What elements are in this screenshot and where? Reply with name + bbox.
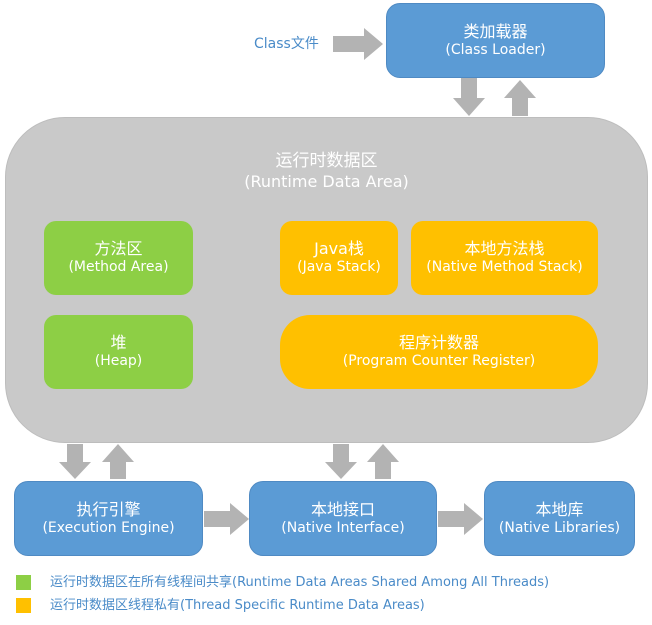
native-method-stack-title: 本地方法栈 xyxy=(464,239,545,259)
execution-engine-box: 执行引擎 (Execution Engine) xyxy=(14,481,203,556)
native-method-stack-subtitle: (Native Method Stack) xyxy=(426,259,583,276)
arrow-interface-to-libraries xyxy=(438,503,483,535)
heap-box: 堆 (Heap) xyxy=(44,315,193,389)
execution-engine-title: 执行引擎 xyxy=(76,499,141,519)
arrow-classfile-to-loader xyxy=(333,28,383,60)
class-loader-title: 类加载器 xyxy=(463,21,528,41)
method-area-subtitle: (Method Area) xyxy=(68,259,169,276)
arrow-loader-down xyxy=(453,77,485,116)
arrow-engine-to-interface xyxy=(204,503,249,535)
method-area-title: 方法区 xyxy=(94,239,143,259)
method-area-box: 方法区 (Method Area) xyxy=(44,221,193,295)
program-counter-box: 程序计数器 (Program Counter Register) xyxy=(280,315,598,389)
arrow-engine-to-runtime-up xyxy=(102,444,134,479)
arrow-runtime-to-interface-down xyxy=(325,444,357,479)
legend-swatch-shared xyxy=(16,575,31,590)
arrow-interface-to-runtime-up xyxy=(367,444,399,479)
native-libraries-box: 本地库 (Native Libraries) xyxy=(484,481,635,556)
legend-swatch-private xyxy=(16,598,31,613)
native-method-stack-box: 本地方法栈 (Native Method Stack) xyxy=(411,221,598,295)
heap-title: 堆 xyxy=(110,333,127,353)
native-libraries-subtitle: (Native Libraries) xyxy=(498,519,621,536)
arrow-loader-up xyxy=(504,80,536,116)
program-counter-title: 程序计数器 xyxy=(398,333,479,353)
class-loader-subtitle: (Class Loader) xyxy=(445,41,546,58)
native-libraries-title: 本地库 xyxy=(535,499,584,519)
execution-engine-subtitle: (Execution Engine) xyxy=(42,519,175,536)
native-interface-subtitle: (Native Interface) xyxy=(281,519,405,536)
native-interface-title: 本地接口 xyxy=(310,499,375,519)
java-stack-box: Java栈 (Java Stack) xyxy=(280,221,398,295)
heap-subtitle: (Heap) xyxy=(94,353,143,370)
native-interface-box: 本地接口 (Native Interface) xyxy=(249,481,437,556)
program-counter-subtitle: (Program Counter Register) xyxy=(342,353,536,370)
class-loader-box: 类加载器 (Class Loader) xyxy=(386,3,605,78)
java-stack-subtitle: (Java Stack) xyxy=(297,259,381,276)
legend-label-shared: 运行时数据区在所有线程间共享(Runtime Data Areas Shared… xyxy=(50,575,550,590)
class-file-label: Class文件 xyxy=(254,36,319,52)
java-stack-title: Java栈 xyxy=(314,239,364,259)
arrow-runtime-to-engine-down xyxy=(59,444,91,479)
legend-label-private: 运行时数据区线程私有(Thread Specific Runtime Data … xyxy=(50,598,425,613)
